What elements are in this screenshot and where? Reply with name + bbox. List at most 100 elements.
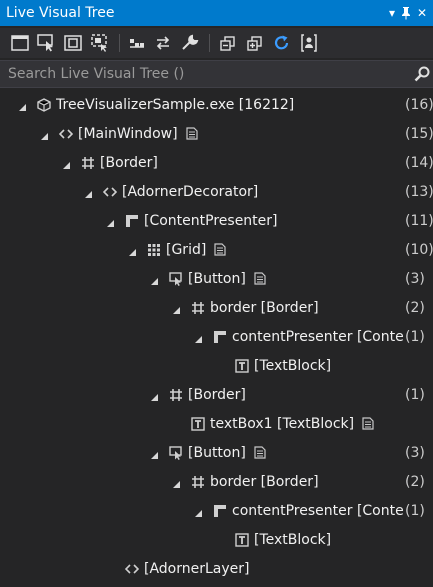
expand-arrow-icon[interactable] [62,158,71,169]
tree-node-label: [Border] [188,387,246,403]
preview-selection-icon[interactable] [153,33,173,53]
tree-node-label: [AdornerLayer] [144,561,250,577]
tree-row[interactable]: contentPresenter [ContentPresenter](1) [0,323,433,352]
tree-node-label: contentPresenter [ContentPresenter] [232,329,403,345]
button-icon [168,445,184,461]
tree-row[interactable]: contentPresenter [ContentPresenter](1) [0,497,433,526]
properties-icon[interactable] [214,243,228,257]
descendant-count: (14) [405,155,433,171]
tree-row[interactable]: [ContentPresenter] (11) [0,207,433,236]
tree-row[interactable]: border [Border] (2) [0,468,433,497]
tree-row[interactable]: [Grid] (10) [0,236,433,265]
toolbar-separator [209,34,210,52]
content-presenter-icon [124,213,140,229]
expand-arrow-icon[interactable] [194,506,203,517]
tree-row[interactable]: [Border] (14) [0,149,433,178]
expand-arrow-icon[interactable] [150,448,159,459]
properties-icon[interactable] [362,417,376,431]
expand-arrow-icon[interactable] [40,129,49,140]
descendant-count: (2) [405,300,425,316]
descendant-count: (2) [405,474,425,490]
tree-node-label: textBox1 [TextBlock] [210,416,355,432]
xaml-tag-icon [58,126,74,142]
window-icon[interactable] [10,33,30,53]
search-icon[interactable] [413,65,431,83]
textblock-icon [234,532,250,548]
search-input[interactable] [0,61,405,87]
tree-row[interactable]: [Button] (3) [0,439,433,468]
hot-reload-icon[interactable] [299,33,319,53]
border-icon [190,474,206,490]
border-icon [168,387,184,403]
select-element-icon[interactable] [36,33,56,53]
xaml-tag-icon [124,561,140,577]
tree-row[interactable]: [TextBlock] [0,526,433,555]
tree-row[interactable]: [Border] (1) [0,381,433,410]
tree-node-label: [Button] [188,445,246,461]
tree-row[interactable]: [TextBlock] [0,352,433,381]
tree-node-label: TreeVisualizerSample.exe [16212] [56,97,295,113]
expand-arrow-icon[interactable] [84,187,93,198]
border-icon [80,155,96,171]
descendant-count: (3) [405,445,425,461]
tree-node-label: contentPresenter [ContentPresenter] [232,503,403,519]
close-icon[interactable]: ✕ [414,3,430,23]
toolbar [0,28,433,58]
tree-node-label: [Border] [100,155,158,171]
properties-icon[interactable] [185,127,200,141]
descendant-count: (3) [405,271,425,287]
tree-row[interactable]: [MainWindow] (15) [0,120,433,149]
tree-node-label: [Grid] [166,242,207,258]
grid-icon [146,242,162,258]
expand-arrow-icon[interactable] [18,100,27,111]
properties-icon[interactable] [254,446,268,460]
process-icon [36,97,52,113]
expand-arrow-icon[interactable] [172,303,181,314]
expand-arrow-icon[interactable] [128,245,137,256]
descendant-count: (13) [405,184,433,200]
tree-node-label: [TextBlock] [254,532,332,548]
content-presenter-icon [212,329,228,345]
pin-icon[interactable] [398,3,414,23]
expand-arrow-icon[interactable] [106,216,115,227]
expand-all-icon[interactable] [245,33,265,53]
tree-node-label: [Button] [188,271,246,287]
descendant-count: (15) [405,126,433,142]
refresh-icon[interactable] [272,33,292,53]
track-focus-icon[interactable] [90,33,110,53]
toolbar-separator [119,34,120,52]
expand-arrow-icon[interactable] [150,274,159,285]
tree-node-label: border [Border] [210,474,319,490]
descendant-count: (10) [405,242,433,258]
search-bar [0,60,433,88]
tree-row[interactable]: [AdornerLayer] [0,555,433,584]
properties-wrench-icon[interactable] [180,33,200,53]
tree-row[interactable]: TreeVisualizerSample.exe [16212] (16) [0,91,433,120]
descendant-count: (1) [405,387,425,403]
descendant-count: (1) [405,503,425,519]
tree-node-label: [ContentPresenter] [144,213,278,229]
expand-arrow-icon[interactable] [172,477,181,488]
tree-row[interactable]: border [Border] (2) [0,294,433,323]
collapse-all-icon[interactable] [218,33,238,53]
properties-icon[interactable] [254,272,268,286]
xaml-tag-icon [102,184,118,200]
tree-row[interactable]: textBox1 [TextBlock] [0,410,433,439]
textblock-icon [234,358,250,374]
descendant-count: (1) [405,329,425,345]
tree-node-label: [TextBlock] [254,358,332,374]
title-bar: Live Visual Tree ▾ ✕ [0,0,433,26]
tree-node-label: [MainWindow] [78,126,178,142]
visual-tree: TreeVisualizerSample.exe [16212] (16) [Mai… [0,92,433,587]
expand-arrow-icon[interactable] [194,332,203,343]
show-just-my-xaml-icon[interactable] [127,33,147,53]
window-title: Live Visual Tree [6,5,115,21]
tree-row[interactable]: [AdornerDecorator] (13) [0,178,433,207]
display-adorners-icon[interactable] [63,33,83,53]
tree-row[interactable]: [Button] (3) [0,265,433,294]
tree-node-label: [AdornerDecorator] [122,184,259,200]
border-icon [190,300,206,316]
textblock-icon [190,416,206,432]
expand-arrow-icon[interactable] [150,390,159,401]
descendant-count: (11) [405,213,433,229]
